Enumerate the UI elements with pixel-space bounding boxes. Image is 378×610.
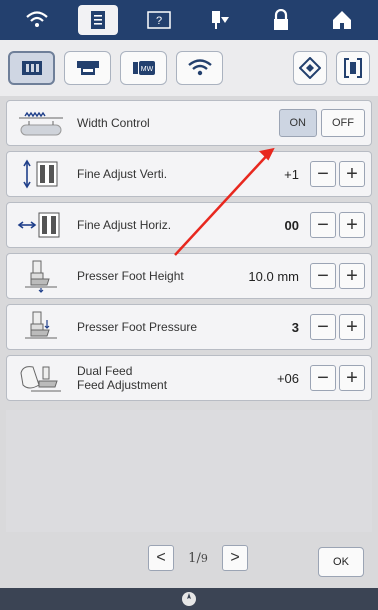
help-icon[interactable]: ? [139,5,179,35]
home-icon[interactable] [322,5,362,35]
page-indicator: 1/9 [188,550,208,566]
presser-foot-pressure-row: Presser Foot Pressure 3 − + [6,304,372,350]
vertical-adjust-icon [13,154,69,194]
dual-feed-row: Dual Feed Feed Adjustment +06 − + [6,355,372,401]
fine-adjust-horizontal-label: Fine Adjust Horiz. [77,218,172,232]
width-control-row: Width Control ON OFF [6,100,372,146]
embroidery-frame-icon[interactable]: MW [120,51,167,85]
presser-foot-height-row: Presser Foot Height 10.0 mm − + [6,253,372,299]
fine-adjust-horizontal-value: 00 [284,217,299,233]
svg-text:?: ? [155,15,161,27]
machine-icon[interactable] [64,51,111,85]
document-icon[interactable] [77,5,118,35]
empty-list-area [6,410,372,532]
wifi-settings-icon[interactable] [176,51,223,85]
presser-foot-height-plus-button[interactable]: + [339,263,365,289]
needle-icon[interactable] [200,5,240,35]
dual-feed-plus-button[interactable]: + [339,365,365,391]
fine-adjust-horizontal-plus-button[interactable]: + [339,212,365,238]
presser-foot-height-icon [13,256,69,296]
previous-page-button[interactable]: < [148,545,174,571]
fine-adjust-horizontal-minus-button[interactable]: − [310,212,336,238]
fine-adjust-vertical-minus-button[interactable]: − [310,161,336,187]
top-bar: ? [0,0,378,40]
presser-foot-height-minus-button[interactable]: − [310,263,336,289]
status-indicator-icon [182,592,196,606]
fine-adjust-vertical-row: Fine Adjust Verti. +1 − + [6,151,372,197]
diamond-icon[interactable] [293,51,327,85]
fine-adjust-vertical-value: +1 [284,166,299,182]
width-control-on-button[interactable]: ON [278,109,317,137]
footer-bar [0,588,378,610]
presser-foot-pressure-value: 3 [291,319,299,335]
lock-icon[interactable] [261,5,301,35]
ok-button[interactable]: OK [318,547,364,577]
dual-feed-label: Dual Feed Feed Adjustment [77,364,277,392]
settings-book-icon[interactable] [8,51,55,85]
presser-foot-height-label: Presser Foot Height [77,269,184,283]
dual-feed-minus-button[interactable]: − [310,365,336,391]
fine-adjust-horizontal-row: Fine Adjust Horiz. 00 − + [6,202,372,248]
fine-adjust-vertical-plus-button[interactable]: + [339,161,365,187]
dual-feed-label-line2: Feed Adjustment [77,378,168,392]
horizontal-adjust-icon [13,205,69,245]
dual-feed-value: +06 [276,370,299,386]
next-page-button[interactable]: > [222,545,248,571]
dual-feed-label-line1: Dual Feed [77,364,133,378]
fine-adjust-vertical-label: Fine Adjust Verti. [77,167,168,181]
pager: < 1/9 > [148,545,248,571]
settings-category-bar: MW [0,40,378,96]
presser-foot-pressure-label: Presser Foot Pressure [77,320,198,334]
page-total: 9 [200,551,208,565]
presser-foot-pressure-icon [13,307,69,347]
presser-foot-height-value: 10.0 mm [248,268,299,284]
width-control-off-button[interactable]: OFF [321,109,365,137]
dual-feed-icon [13,358,69,398]
presser-foot-pressure-minus-button[interactable]: − [310,314,336,340]
bracket-icon[interactable] [336,51,370,85]
presser-foot-pressure-plus-button[interactable]: + [339,314,365,340]
settings-list: Width Control ON OFF Fine Adjust Verti. … [6,100,372,406]
width-control-label: Width Control [77,116,150,130]
svg-text:MW: MW [140,66,153,73]
wifi-icon[interactable] [17,5,57,35]
width-control-icon [13,103,69,143]
